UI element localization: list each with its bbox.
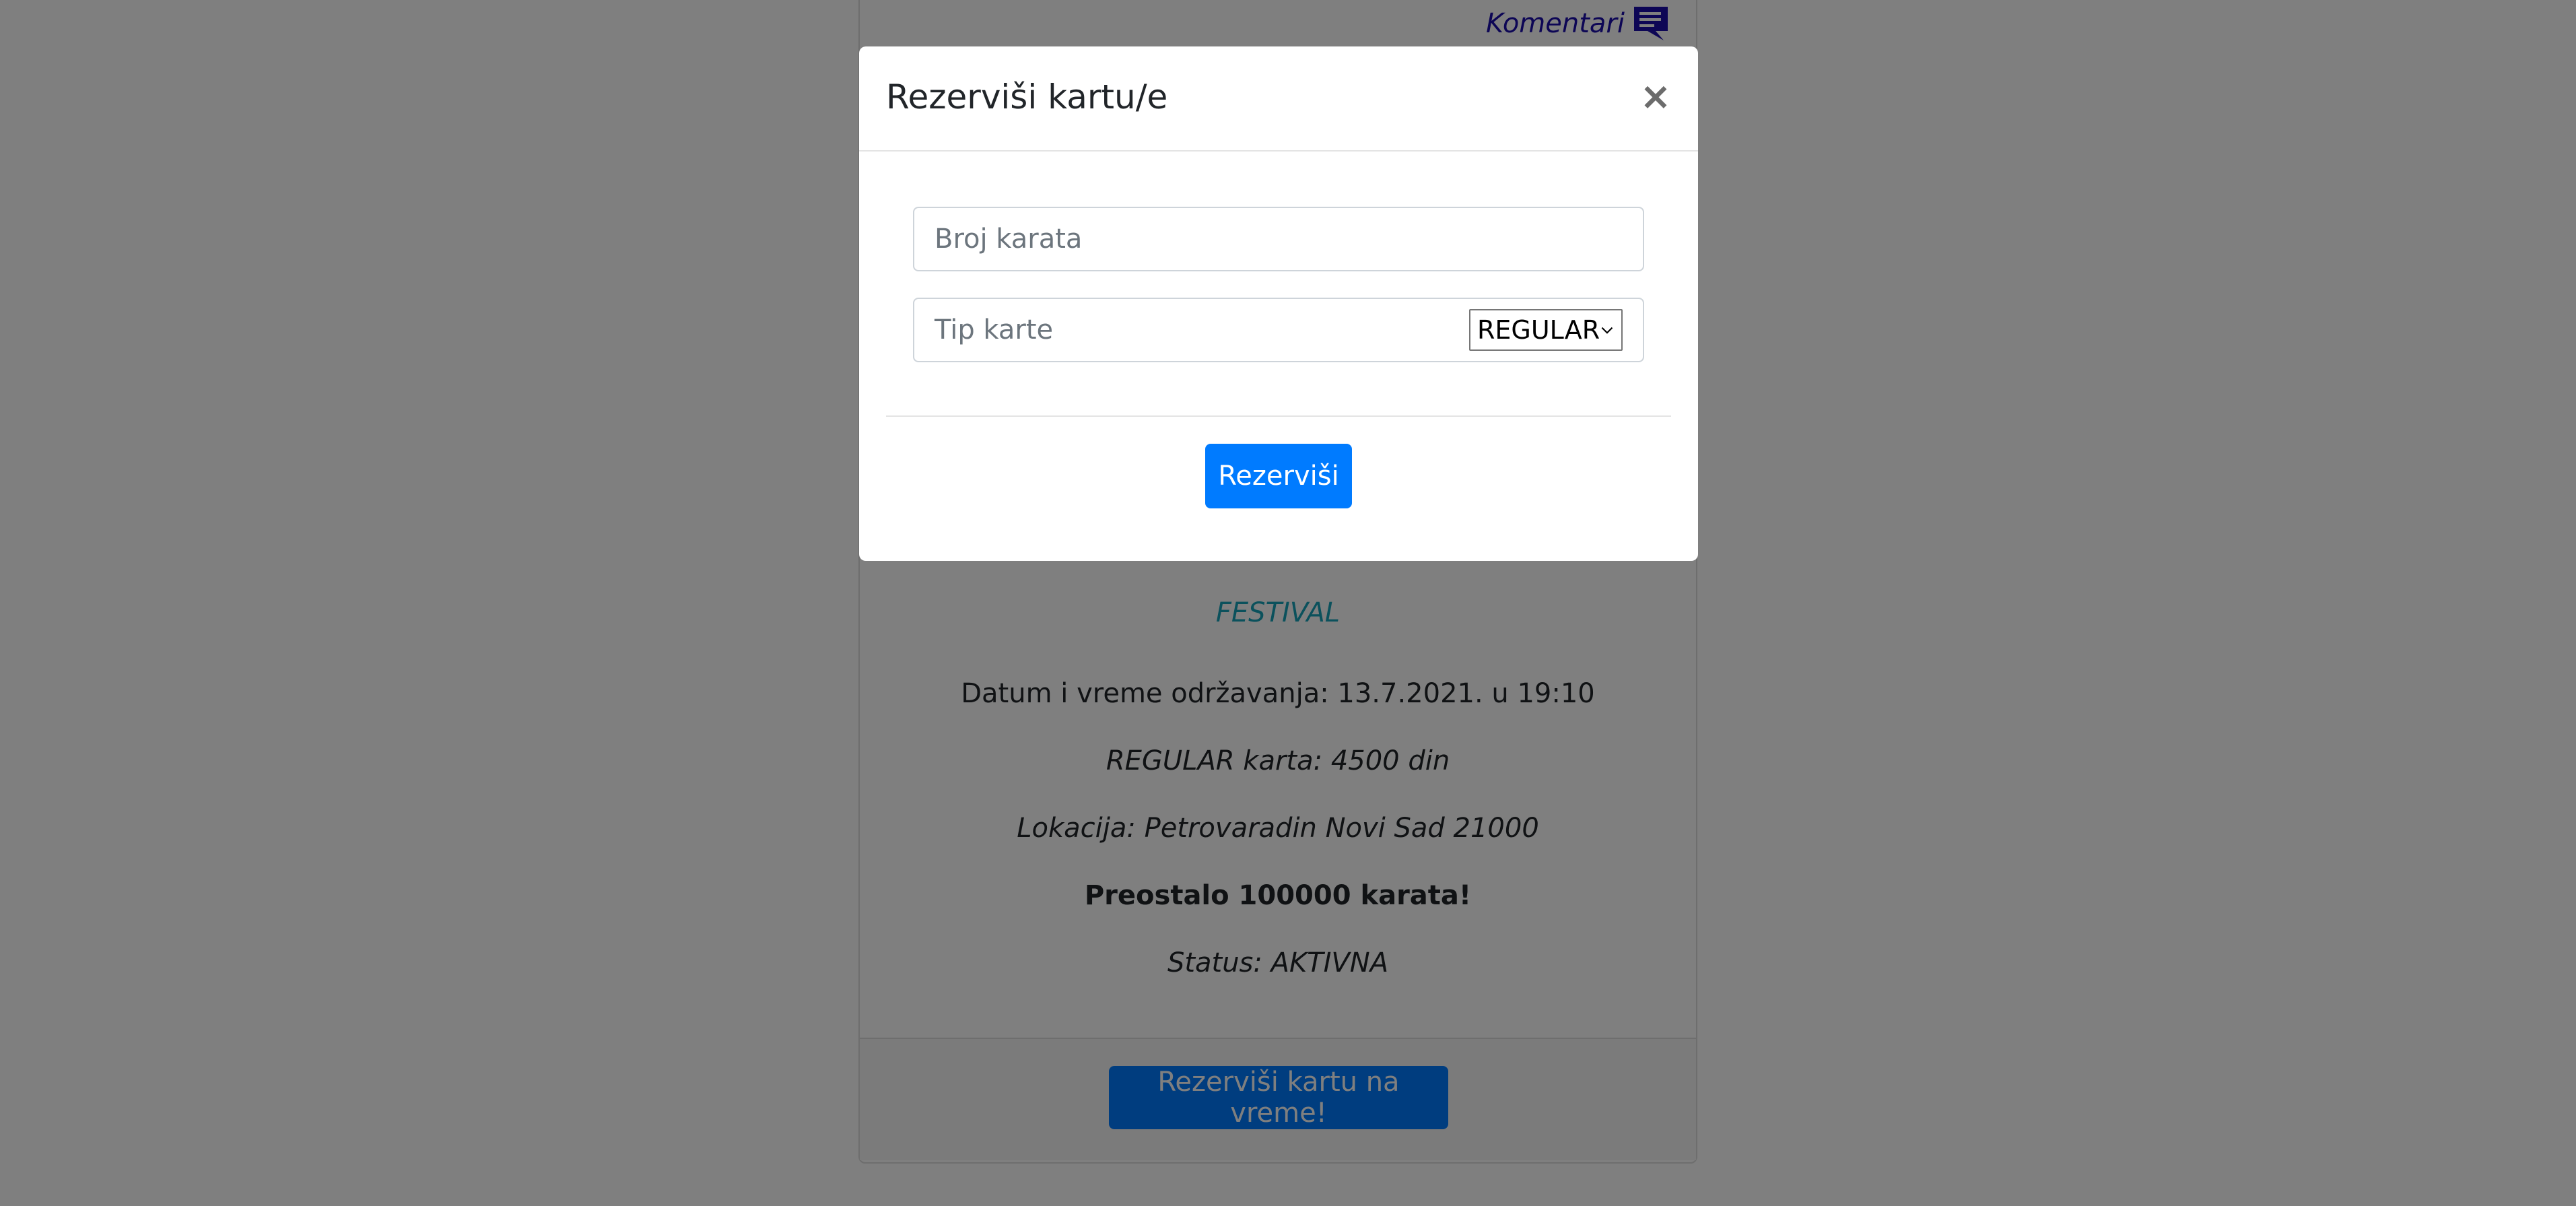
ticket-count-field[interactable] <box>913 207 1644 271</box>
ticket-type-select[interactable]: REGULAR <box>1469 309 1623 351</box>
close-icon[interactable]: × <box>1639 73 1672 121</box>
ticket-type-label: Tip karte <box>935 314 1054 345</box>
ticket-count-input[interactable] <box>914 208 1643 270</box>
reservation-modal: Rezerviši kartu/e × Tip karte REGULAR Re… <box>859 46 1698 561</box>
modal-title: Rezerviši kartu/e <box>886 77 1168 116</box>
chevron-down-icon[interactable] <box>1600 321 1615 339</box>
submit-reservation-button[interactable]: Rezerviši <box>1205 444 1352 508</box>
ticket-type-selected[interactable]: REGULAR <box>1477 315 1600 345</box>
modal-header: Rezerviši kartu/e × <box>859 46 1698 152</box>
ticket-type-field: Tip karte REGULAR <box>913 298 1644 362</box>
modal-divider <box>886 415 1671 417</box>
